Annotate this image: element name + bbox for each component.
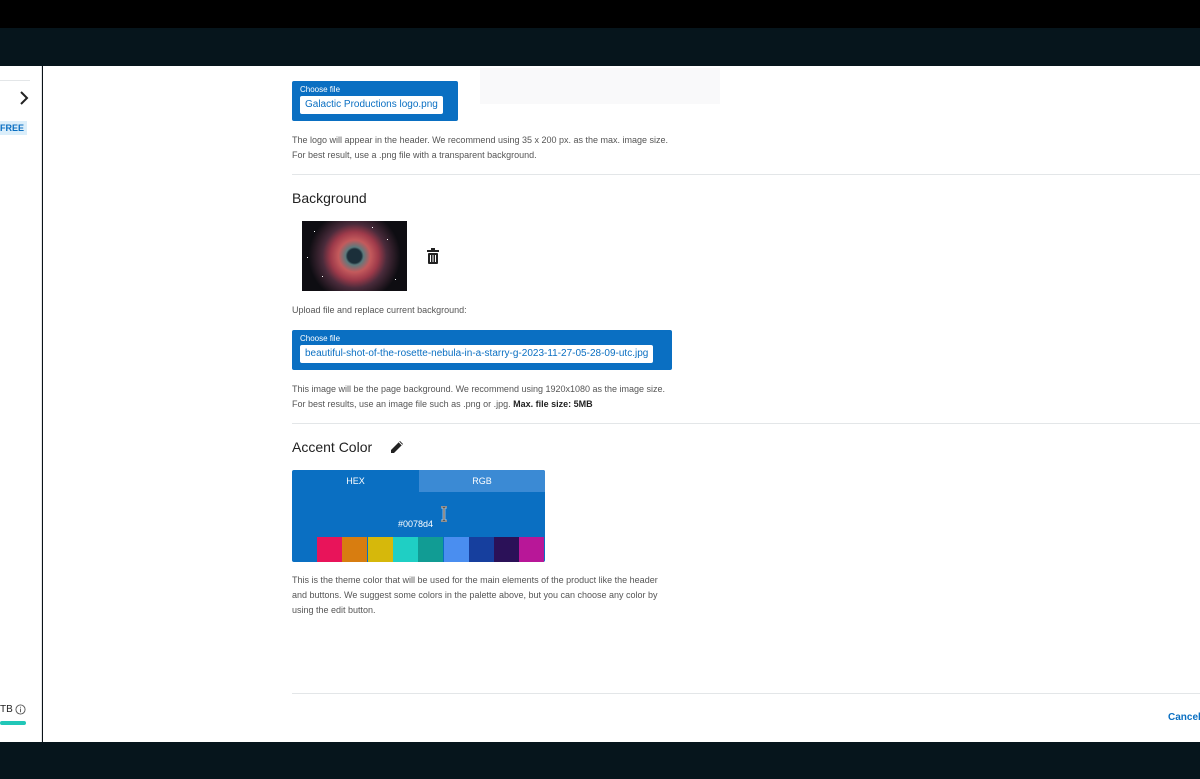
chevron-right-icon[interactable] bbox=[14, 88, 34, 108]
thumbnail-star bbox=[372, 227, 373, 228]
pencil-icon[interactable] bbox=[389, 439, 405, 455]
color-swatch[interactable] bbox=[443, 537, 469, 562]
footer-divider bbox=[292, 693, 1200, 694]
background-thumbnail bbox=[302, 221, 407, 291]
app-header-bar bbox=[0, 28, 1200, 66]
background-help-line: For best results, use an image file such… bbox=[292, 399, 511, 409]
color-swatch[interactable] bbox=[367, 537, 393, 562]
thumbnail-star bbox=[387, 239, 388, 240]
choose-file-label: Choose file bbox=[300, 334, 341, 343]
section-divider bbox=[292, 423, 1200, 424]
thumbnail-star bbox=[395, 279, 396, 280]
background-help-line: This image will be the page background. … bbox=[292, 384, 666, 394]
accent-help-line: and buttons. We suggest some colors in t… bbox=[292, 590, 658, 600]
accent-help-line: This is the theme color that will be use… bbox=[292, 575, 658, 585]
color-swatch[interactable] bbox=[418, 537, 444, 562]
upload-replace-label: Upload file and replace current backgrou… bbox=[292, 305, 467, 315]
background-file-picker[interactable]: Choose file beautiful-shot-of-the-rosett… bbox=[292, 330, 672, 370]
color-swatch[interactable] bbox=[317, 537, 342, 562]
logo-help-text: The logo will appear in the header. We r… bbox=[292, 133, 668, 163]
tab-rgb[interactable]: RGB bbox=[419, 470, 545, 492]
thumbnail-star bbox=[314, 231, 315, 232]
text-cursor-icon bbox=[441, 506, 447, 522]
background-filename[interactable]: beautiful-shot-of-the-rosette-nebula-in-… bbox=[300, 345, 654, 363]
thumbnail-star bbox=[307, 257, 308, 258]
plan-badge: FREE bbox=[0, 121, 28, 135]
logo-file-picker[interactable]: Choose file Galactic Productions logo.pn… bbox=[292, 81, 458, 121]
logo-filename[interactable]: Galactic Productions logo.png bbox=[300, 96, 443, 114]
accent-color-title: Accent Color bbox=[292, 439, 373, 455]
tab-hex[interactable]: HEX bbox=[292, 470, 419, 492]
color-swatch[interactable] bbox=[342, 537, 368, 562]
thumbnail-star bbox=[322, 276, 323, 277]
color-picker: HEX RGB #0078d4 bbox=[292, 470, 545, 562]
accent-help-text: This is the theme color that will be use… bbox=[292, 573, 658, 618]
top-black-bar bbox=[0, 0, 1200, 28]
hex-value-input[interactable]: #0078d4 bbox=[398, 519, 433, 529]
color-swatch[interactable] bbox=[519, 537, 545, 562]
branding-settings-panel: Choose file Galactic Productions logo.pn… bbox=[43, 66, 1200, 742]
storage-label: TB bbox=[0, 704, 13, 715]
storage-progress-bar bbox=[0, 721, 26, 725]
choose-file-label: Choose file bbox=[300, 85, 341, 94]
faded-overlay bbox=[480, 68, 720, 104]
color-swatch[interactable] bbox=[468, 537, 494, 562]
logo-help-line: The logo will appear in the header. We r… bbox=[292, 135, 669, 145]
info-icon[interactable] bbox=[15, 704, 26, 715]
trash-icon[interactable] bbox=[426, 248, 440, 264]
color-swatch[interactable] bbox=[392, 537, 418, 562]
cancel-button[interactable]: Cancel bbox=[1168, 712, 1200, 723]
max-file-size-label: Max. file size: 5MB bbox=[513, 399, 593, 409]
accent-help-line: using the edit button. bbox=[292, 605, 376, 615]
background-title: Background bbox=[292, 190, 367, 206]
logo-help-line: For best result, use a .png file with a … bbox=[292, 150, 537, 160]
sidebar: FREE TB bbox=[0, 66, 42, 742]
sidebar-divider bbox=[0, 80, 30, 81]
background-help-text: This image will be the page background. … bbox=[292, 382, 665, 412]
bottom-bar bbox=[0, 742, 1200, 779]
color-swatch[interactable] bbox=[494, 537, 520, 562]
section-divider bbox=[292, 174, 1200, 175]
